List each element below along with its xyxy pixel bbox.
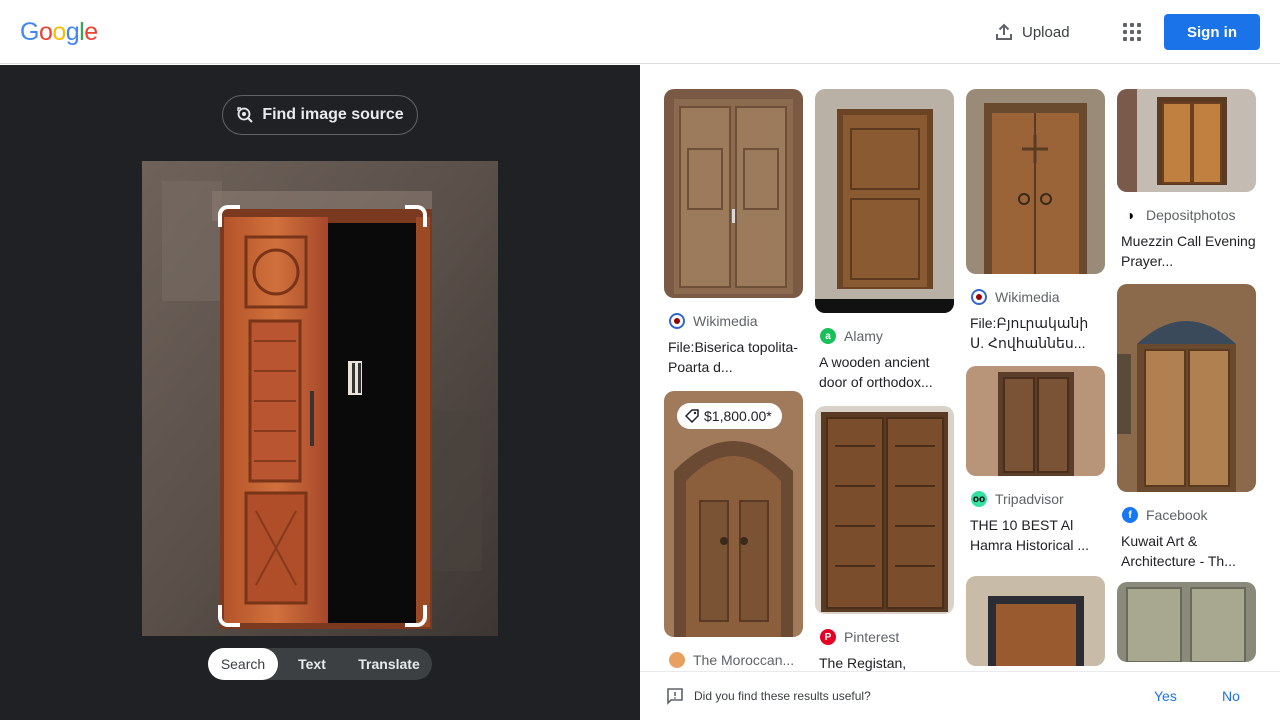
apps-grid-icon — [1123, 23, 1127, 27]
result-source[interactable]: Wikimedia — [664, 311, 803, 331]
results-column: Wikimedia File:Բյուրականի Ս. Հովհաննես..… — [966, 89, 1105, 666]
wikimedia-icon — [669, 313, 685, 329]
lens-search-icon — [237, 107, 254, 123]
feedback-icon — [667, 688, 683, 705]
result-thumbnail[interactable] — [1117, 582, 1256, 662]
apps-button[interactable] — [1116, 16, 1148, 48]
result-thumbnail[interactable] — [966, 576, 1105, 666]
result-card[interactable]: Wikimedia File:Բյուրականի Ս. Հովհաննես..… — [966, 89, 1105, 353]
visual-matches-panel: Wikimedia File:Biserica topolita-Poarta … — [640, 65, 1280, 671]
price-tag-icon — [685, 409, 699, 423]
source-name: The Moroccan... — [693, 652, 795, 668]
result-card[interactable]: P Pinterest The Registan, — [815, 406, 954, 671]
source-name: Depositphotos — [1146, 207, 1236, 223]
result-title[interactable]: THE 10 BEST Al Hamra Historical ... — [966, 515, 1105, 555]
result-title[interactable]: File:Biserica topolita-Poarta d... — [664, 337, 803, 377]
results-column: Wikimedia File:Biserica topolita-Poarta … — [664, 89, 803, 670]
result-card[interactable]: ◑ Depositphotos Muezzin Call Evening Pra… — [1117, 89, 1256, 271]
result-source[interactable]: a Alamy — [815, 326, 954, 346]
alamy-icon: a — [820, 328, 836, 344]
result-title[interactable]: Kuwait Art & Architecture - Th... — [1117, 531, 1256, 571]
result-card[interactable]: $1,800.00* The Moroccan... — [664, 391, 803, 670]
tab-text[interactable]: Text — [278, 648, 346, 680]
sign-in-button[interactable]: Sign in — [1164, 14, 1260, 50]
upload-label: Upload — [1022, 23, 1070, 41]
result-source[interactable]: Wikimedia — [966, 287, 1105, 307]
logo-letter: e — [84, 18, 98, 46]
crop-handle-top-right[interactable] — [405, 205, 427, 227]
query-image[interactable] — [142, 161, 498, 636]
result-card[interactable]: f Facebook Kuwait Art & Architecture - T… — [1117, 284, 1256, 571]
result-card[interactable] — [966, 576, 1105, 666]
find-source-label: Find image source — [262, 106, 404, 123]
result-thumbnail[interactable] — [966, 89, 1105, 274]
result-source[interactable]: ◑ Depositphotos — [1117, 205, 1256, 225]
feedback-bar: Did you find these results useful? Yes N… — [640, 671, 1280, 720]
source-name: Alamy — [844, 328, 883, 344]
pinterest-icon: P — [820, 629, 836, 645]
depositphotos-icon: ◑ — [1122, 207, 1138, 223]
result-title[interactable]: The Registan, — [815, 653, 954, 671]
logo-letter: G — [20, 18, 39, 46]
logo-letter: o — [52, 18, 66, 46]
result-card[interactable]: Wikimedia File:Biserica topolita-Poarta … — [664, 89, 803, 377]
source-name: Pinterest — [844, 629, 900, 645]
crop-handle-bottom-left[interactable] — [218, 605, 240, 627]
moroccan-icon — [669, 652, 685, 668]
source-name: Wikimedia — [995, 289, 1060, 305]
feedback-question: Did you find these results useful? — [694, 689, 871, 703]
facebook-icon: f — [1122, 507, 1138, 523]
feedback-yes-button[interactable]: Yes — [1154, 688, 1177, 704]
feedback-no-button[interactable]: No — [1222, 688, 1240, 704]
result-source[interactable]: The Moroccan... — [664, 650, 803, 670]
google-logo[interactable]: Google — [20, 18, 98, 47]
logo-letter: g — [65, 18, 80, 46]
result-source[interactable]: P Pinterest — [815, 627, 954, 647]
result-thumbnail[interactable] — [664, 89, 803, 298]
logo-letter: o — [38, 18, 53, 46]
result-title[interactable]: Muezzin Call Evening Prayer... — [1117, 231, 1256, 271]
crop-handle-bottom-right[interactable] — [405, 605, 427, 627]
result-thumbnail[interactable] — [1117, 284, 1256, 492]
result-title[interactable]: A wooden ancient door of orthodox... — [815, 352, 954, 392]
result-source[interactable]: oo Tripadvisor — [966, 489, 1105, 509]
result-thumbnail[interactable] — [815, 89, 954, 313]
source-name: Facebook — [1146, 507, 1208, 523]
upload-button[interactable]: Upload — [984, 16, 1080, 48]
result-card[interactable] — [1117, 582, 1256, 662]
result-source[interactable]: f Facebook — [1117, 505, 1256, 525]
crop-handle-top-left[interactable] — [218, 205, 240, 227]
result-card[interactable]: oo Tripadvisor THE 10 BEST Al Hamra Hist… — [966, 366, 1105, 555]
source-name: Wikimedia — [693, 313, 758, 329]
find-image-source-button[interactable]: Find image source — [222, 95, 418, 135]
tab-search[interactable]: Search — [208, 648, 278, 680]
result-thumbnail[interactable] — [966, 366, 1105, 476]
price-text: $1,800.00* — [704, 408, 772, 424]
price-badge: $1,800.00* — [677, 403, 782, 429]
wikimedia-icon — [971, 289, 987, 305]
result-title[interactable]: File:Բյուրականի Ս. Հովհաննես... — [966, 313, 1105, 353]
result-card[interactable]: a Alamy A wooden ancient door of orthodo… — [815, 89, 954, 392]
tab-translate[interactable]: Translate — [346, 648, 432, 680]
results-column: ◑ Depositphotos Muezzin Call Evening Pra… — [1117, 89, 1256, 662]
result-thumbnail[interactable] — [815, 406, 954, 614]
source-name: Tripadvisor — [995, 491, 1064, 507]
result-thumbnail[interactable] — [1117, 89, 1256, 192]
header: Google Upload Sign in — [0, 0, 1280, 64]
upload-icon — [996, 23, 1012, 40]
tripadvisor-icon: oo — [971, 491, 987, 507]
lens-mode-tabs: Search Text Translate — [208, 648, 432, 680]
lens-image-panel: Find image source Search Text Translate — [0, 65, 640, 720]
results-column: a Alamy A wooden ancient door of orthodo… — [815, 89, 954, 671]
